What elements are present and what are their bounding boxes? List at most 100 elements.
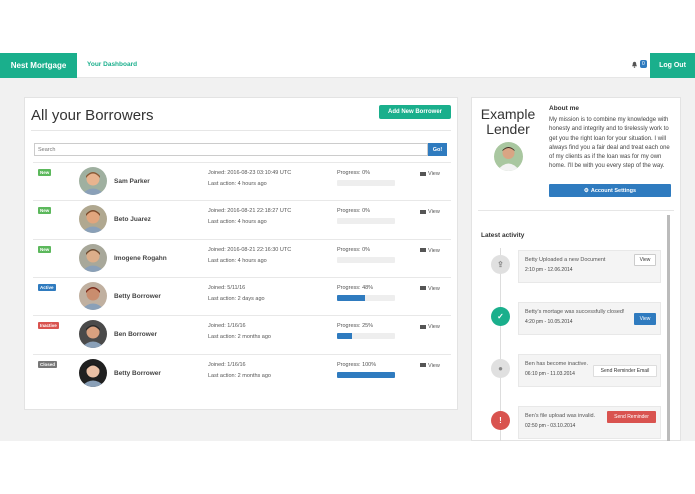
brand-logo[interactable]: Nest Mortgage — [0, 53, 77, 78]
progress-bar — [337, 218, 395, 225]
folder-icon — [420, 324, 426, 329]
view-label: View — [428, 209, 440, 216]
progress-bar — [337, 180, 395, 186]
lender-name-line2: Lender — [486, 121, 530, 137]
activity-item: Ben has become inactive. 06:10 pm - 11.03… — [518, 354, 661, 387]
logout-button[interactable]: Log Out — [650, 53, 695, 78]
last-action: Last action: 2 days ago — [208, 295, 265, 302]
view-label: View — [428, 247, 440, 254]
last-action: Last action: 4 hours ago — [208, 257, 267, 264]
borrower-name[interactable]: Betty Borrower — [114, 293, 161, 300]
activity-action-button[interactable]: Send Reminder — [607, 411, 656, 423]
folder-icon — [420, 286, 426, 291]
last-action: Last action: 4 hours ago — [208, 219, 267, 226]
last-action: Last action: 2 months ago — [208, 372, 271, 379]
view-link[interactable]: View — [420, 248, 440, 254]
folder-icon — [420, 248, 426, 253]
avatar — [79, 167, 107, 195]
lender-avatar — [494, 142, 523, 171]
view-link[interactable]: View — [420, 171, 440, 177]
table-row: Closed Betty Borrower Joined: 1/16/16 Last … — [33, 353, 451, 392]
status-badge: Active — [38, 283, 56, 291]
page-title: All your Borrowers — [31, 107, 154, 124]
view-link[interactable]: View — [420, 286, 440, 292]
nav-dashboard-link[interactable]: Your Dashboard — [87, 61, 137, 68]
borrower-name[interactable]: Beto Juarez — [114, 216, 151, 223]
account-settings-button[interactable]: ⚙ Account Settings — [549, 184, 671, 197]
progress-bar — [337, 371, 395, 378]
avatar — [79, 358, 107, 387]
activity-time: 4:20 pm - 10.05.2014 — [525, 319, 573, 325]
add-borrower-button[interactable]: Add New Borrower — [379, 105, 451, 119]
upload-icon: ⇪ — [491, 255, 510, 274]
avatar — [79, 320, 107, 349]
last-action: Last action: 2 months ago — [208, 334, 271, 341]
table-row: New Beto Juarez Joined: 2016-08-21 22:18:2… — [33, 200, 451, 238]
progress-bar — [337, 256, 395, 263]
status-badge: New — [38, 207, 52, 215]
folder-icon — [420, 209, 426, 214]
borrower-name[interactable]: Betty Borrower — [114, 370, 161, 377]
check-icon: ✓ — [491, 307, 510, 326]
view-link[interactable]: View — [420, 324, 440, 330]
joined-date: Joined: 1/16/16 — [208, 323, 246, 330]
account-settings-label: Account Settings — [590, 187, 637, 194]
about-heading: About me — [549, 105, 579, 112]
joined-date: Joined: 1/16/16 — [208, 361, 246, 368]
user-icon: ● — [491, 359, 510, 378]
activity-action-button[interactable]: Send Reminder Email — [593, 365, 657, 377]
search-go-button[interactable]: Go! — [428, 143, 447, 156]
status-badge: Closed — [38, 360, 58, 368]
borrowers-panel: All your Borrowers Add New Borrower Sear… — [24, 97, 458, 410]
activity-action-button[interactable]: View — [634, 313, 656, 325]
progress-fill — [337, 333, 352, 340]
warning-icon: ! — [491, 411, 510, 430]
activity-action-button[interactable]: View — [634, 254, 656, 266]
borrower-name[interactable]: Ben Borrower — [114, 331, 157, 338]
activity-heading: Latest activity — [481, 232, 525, 239]
avatar — [79, 205, 107, 234]
divider — [478, 210, 674, 211]
activity-time: 06:10 pm - 11.03.2014 — [525, 371, 575, 377]
view-link[interactable]: View — [420, 209, 440, 215]
activity-text: Ben has become inactive. — [525, 361, 588, 367]
borrower-name[interactable]: Sam Parker — [114, 178, 150, 185]
avatar — [79, 281, 107, 310]
folder-icon — [420, 171, 426, 176]
search-input[interactable]: Search — [34, 143, 428, 156]
progress-bar — [337, 294, 395, 301]
progress-label: Progress: 25% — [337, 323, 374, 330]
joined-date: Joined: 2016-08-21 22:18:27 UTC — [208, 208, 292, 215]
table-row: New Imogene Rogahn Joined: 2016-08-21 22:1… — [33, 238, 451, 277]
activity-scrollbar[interactable] — [667, 215, 670, 441]
activity-time: 2:10 pm - 12.06.2014 — [525, 267, 573, 273]
table-row: New Sam Parker Joined: 2016-08-23 03:10:49… — [33, 162, 451, 200]
view-label: View — [428, 171, 440, 177]
lender-panel: Example Lender About me My mission is to… — [471, 97, 681, 441]
status-badge: New — [38, 169, 52, 176]
divider — [31, 130, 451, 131]
lender-name: Example Lender — [478, 107, 538, 137]
view-link[interactable]: View — [420, 363, 440, 369]
lender-name-line1: Example — [480, 106, 536, 122]
avatar — [79, 243, 107, 272]
progress-label: Progress: 0% — [337, 208, 371, 215]
status-badge: New — [38, 245, 52, 253]
progress-label: Progress: 100% — [337, 361, 377, 368]
status-badge: Inactive — [38, 322, 59, 330]
view-label: View — [428, 362, 440, 369]
table-row: Inactive Ben Borrower Joined: 1/16/16 Last … — [33, 315, 451, 353]
table-row: Active Betty Borrower Joined: 5/11/16 Last … — [33, 276, 451, 315]
notification-badge: 0 — [640, 60, 647, 68]
progress-bar — [337, 333, 395, 340]
top-navbar: Nest Mortgage Your Dashboard 0 Log Out — [0, 53, 695, 78]
borrower-name[interactable]: Imogene Rogahn — [114, 255, 167, 262]
folder-icon — [420, 363, 426, 368]
about-text: My mission is to combine my knowledge wi… — [549, 117, 670, 170]
activity-item: Ben's file upload was invalid. 02:50 pm -… — [518, 406, 661, 439]
progress-label: Progress: 0% — [337, 170, 371, 176]
last-action: Last action: 4 hours ago — [208, 181, 267, 187]
bell-icon[interactable] — [631, 61, 638, 68]
joined-date: Joined: 2016-08-21 22:16:30 UTC — [208, 246, 292, 253]
joined-date: Joined: 5/11/16 — [208, 284, 246, 291]
